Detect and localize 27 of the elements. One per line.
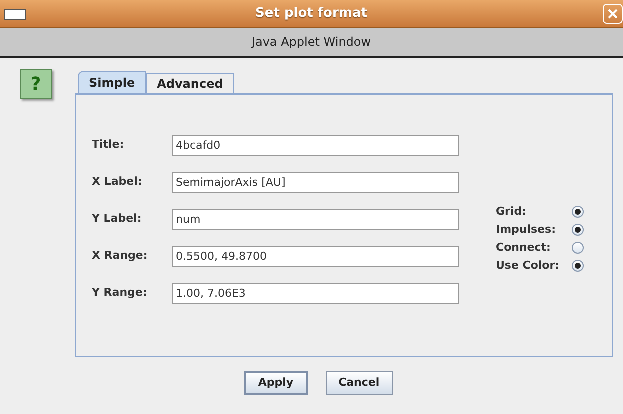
window-menu-icon[interactable] (4, 9, 26, 20)
input-field[interactable]: 1.00, 7.06E3 (172, 283, 459, 304)
option-label: Connect: (496, 240, 552, 256)
dialog-button[interactable]: Apply (244, 371, 308, 395)
field-label: X Label: (92, 174, 144, 190)
field-label: Y Label: (92, 211, 143, 228)
close-icon[interactable] (603, 4, 623, 24)
option-label: Impulses: (496, 222, 557, 238)
tab[interactable]: Advanced (146, 73, 234, 93)
field-label: Title: (92, 137, 126, 154)
input-field[interactable]: SemimajorAxis [AU] (172, 172, 459, 193)
option-label: Use Color: (496, 258, 561, 274)
radio-button[interactable] (572, 206, 584, 218)
radio-button[interactable] (572, 260, 584, 272)
input-field[interactable]: num (172, 209, 459, 230)
input-field[interactable]: 0.5500, 49.8700 (172, 246, 459, 267)
option-label: Grid: (496, 204, 528, 220)
dialog-button[interactable]: Cancel (326, 371, 393, 395)
field-label: Y Range: (92, 285, 148, 302)
tab[interactable]: Simple (78, 71, 146, 93)
field-label: X Range: (92, 248, 149, 264)
radio-button[interactable] (572, 242, 584, 254)
radio-button[interactable] (572, 224, 584, 236)
input-field[interactable]: 4bcafd0 (172, 135, 459, 156)
help-button[interactable]: ? (20, 69, 52, 99)
window-title: Set plot format (256, 4, 368, 23)
banner-text: Java Applet Window (252, 34, 372, 51)
